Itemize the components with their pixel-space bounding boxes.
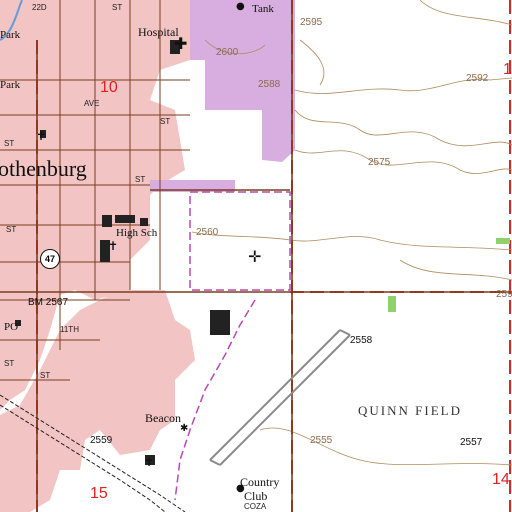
town-name: othenburg [0, 156, 87, 181]
park-w-label: Park [0, 79, 21, 91]
contour-ne [419, 0, 512, 26]
street-label: ST [6, 225, 17, 234]
elevation-2558: 2558 [350, 335, 373, 346]
elevation-2591: 2591 [496, 289, 512, 300]
elevation-2592: 2592 [466, 73, 489, 84]
vegetation-patch [496, 238, 510, 244]
street-label: ST [4, 139, 15, 148]
elevation-2559: 2559 [90, 435, 113, 446]
contour-2575 [294, 149, 512, 174]
elevation-2575: 2575 [368, 157, 391, 168]
beacon-icon: ✱ [180, 423, 189, 434]
street-label: ST [4, 359, 15, 368]
contour-ridge-1 [294, 109, 512, 147]
street-label: ST [135, 175, 146, 184]
cozad-label: COZA [244, 502, 267, 511]
high-school-label: High Sch [116, 227, 158, 239]
airport-label: QUINN FIELD [358, 403, 462, 418]
boundary-dashed [189, 191, 291, 291]
beacon-label: Beacon [145, 411, 181, 425]
street-label: ST [40, 371, 51, 380]
elevation-2595: 2595 [300, 17, 323, 28]
street-label: ST [160, 117, 171, 126]
contour-ridge-2 [299, 39, 325, 86]
contour-e [399, 259, 512, 281]
church-icon: ✝ [144, 455, 155, 469]
country-club-label-1: Country [240, 475, 280, 489]
hospital-label: Hospital [138, 25, 179, 39]
section-14: 14 [492, 471, 510, 488]
church-icon: ✝ [108, 239, 119, 253]
church-icon: ✝ [36, 129, 47, 143]
crosshair-icon: ✛ [248, 247, 262, 266]
route-number: 47 [44, 254, 55, 264]
country-club-icon: ● [236, 483, 245, 494]
section-15: 15 [90, 485, 108, 502]
elevation-2588: 2588 [258, 79, 281, 90]
tank-icon: ● [236, 1, 245, 12]
elevation-2560: 2560 [196, 227, 219, 238]
tank-label: Tank [252, 3, 274, 15]
hospital-cross-icon: ✚ [174, 34, 188, 53]
elevation-2557: 2557 [460, 437, 483, 448]
twenty-second-label: 22D [32, 3, 47, 12]
avenue-label: AVE [84, 99, 100, 108]
elevation-2600: 2600 [216, 47, 239, 58]
eleventh-street-label: 11TH [60, 325, 79, 334]
park-nw-label: Park [0, 29, 21, 41]
street-label: ST [112, 3, 123, 12]
benchmark-2567: BM 2567 [28, 297, 69, 308]
elevation-2555: 2555 [310, 435, 333, 446]
post-office-label: PO [4, 321, 19, 333]
route-47-shield: 47 [40, 249, 60, 269]
country-club-label-2: Club [244, 489, 268, 503]
topographic-map[interactable]: othenburg Hospital Tank Park Park High S… [0, 0, 512, 512]
contour-2560 [191, 231, 512, 251]
section-11: 1 [503, 61, 512, 78]
vegetation-patch [388, 296, 396, 312]
section-10: 10 [100, 79, 118, 96]
